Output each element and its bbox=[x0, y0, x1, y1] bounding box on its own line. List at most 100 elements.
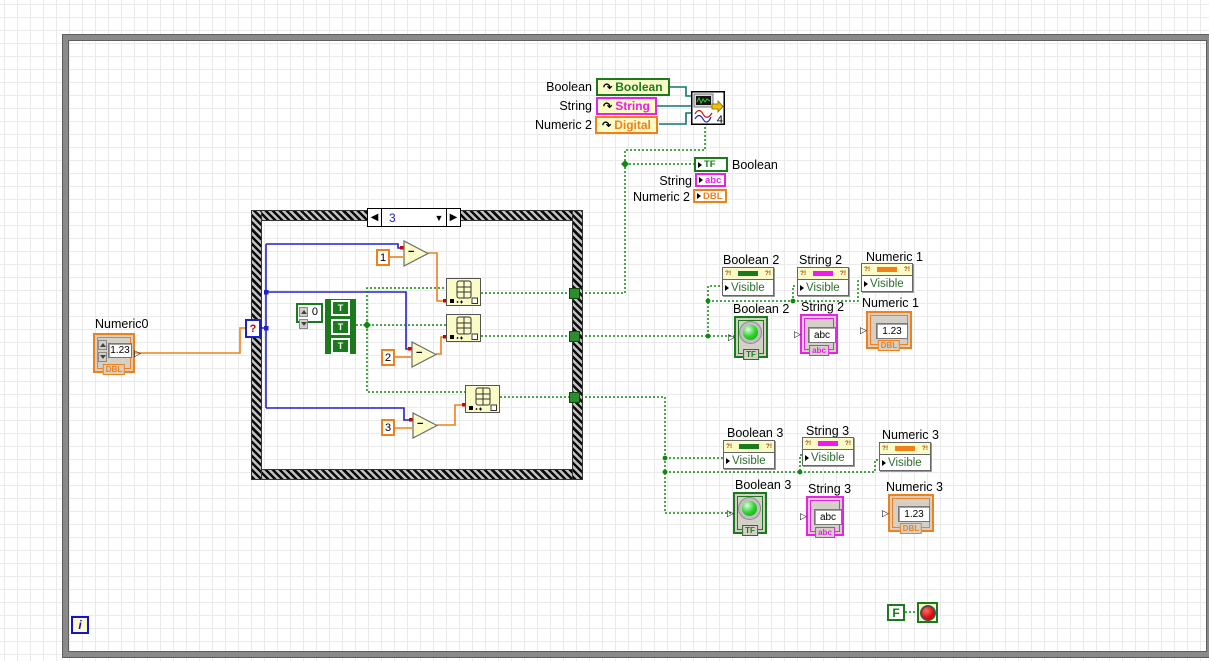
string2-property-node[interactable]: ?! ?! Visible bbox=[797, 267, 849, 296]
subtract-function-3[interactable]: − bbox=[412, 412, 439, 439]
array-index-spinner[interactable] bbox=[299, 307, 308, 329]
merge-signals-express-vi[interactable]: 4 bbox=[691, 91, 725, 126]
numeric2-terminal[interactable]: DBL bbox=[693, 189, 727, 203]
round-led-icon bbox=[743, 325, 758, 340]
numeric1-property-label: Numeric 1 bbox=[866, 250, 923, 264]
frame-selector-value[interactable]: 3 bbox=[382, 209, 432, 226]
input-arrow-icon: ▷ bbox=[882, 508, 889, 518]
index-array-icon bbox=[469, 387, 497, 411]
instance-count-badge: 4 bbox=[716, 114, 723, 126]
numeric0-value[interactable]: 1.23 bbox=[108, 343, 132, 358]
numeric2-refnum-label: Numeric 2 bbox=[535, 118, 592, 132]
subtract-function-1[interactable]: − bbox=[403, 240, 430, 267]
boolean3-property-node[interactable]: ?! ?! Visible bbox=[723, 440, 775, 469]
input-arrow-icon: ▷ bbox=[727, 508, 734, 518]
subtract-function-2[interactable]: − bbox=[411, 341, 438, 368]
numeric1-property-node[interactable]: ?! ?! Visible bbox=[861, 263, 913, 292]
index-array-function-1[interactable] bbox=[446, 278, 481, 306]
boolean-refnum-label: Boolean bbox=[546, 80, 592, 94]
frame-dropdown-arrow-icon[interactable]: ▼ bbox=[432, 209, 446, 226]
boolean-array-constant[interactable]: T T T bbox=[325, 299, 356, 354]
increment-icon[interactable] bbox=[299, 307, 308, 317]
numeric1-type-tag: DBL bbox=[877, 340, 901, 351]
boolean2-property-node[interactable]: ?! ?! Visible bbox=[722, 267, 774, 296]
decrement-icon[interactable] bbox=[299, 319, 308, 329]
numeric-constant-3[interactable]: 3 bbox=[381, 419, 395, 436]
numeric-constant-1[interactable]: 1 bbox=[376, 249, 390, 266]
array-index-display[interactable]: 0 bbox=[296, 303, 323, 329]
string3-type-tag: abc bbox=[815, 527, 835, 538]
property-row-visible[interactable]: Visible bbox=[798, 280, 848, 295]
input-arrow-icon bbox=[725, 284, 729, 291]
input-arrow-icon bbox=[800, 284, 804, 291]
boolean2-property-label: Boolean 2 bbox=[723, 253, 780, 267]
string-refnum-constant[interactable]: ↷ String bbox=[596, 97, 657, 115]
sequence-border-right[interactable] bbox=[572, 210, 583, 480]
property-row-visible[interactable]: Visible bbox=[724, 453, 774, 468]
index-array-function-3[interactable] bbox=[465, 385, 500, 413]
numeric3-property-node[interactable]: ?! ?! Visible bbox=[879, 442, 931, 471]
loop-condition-terminal[interactable] bbox=[917, 602, 938, 623]
property-row-visible[interactable]: Visible bbox=[723, 280, 773, 295]
numeric1-value[interactable]: 1.23 bbox=[876, 323, 908, 339]
input-arrow-icon bbox=[699, 177, 703, 183]
string-terminal[interactable]: abc bbox=[695, 173, 726, 187]
boolean2-led-indicator[interactable]: TF ▷ bbox=[728, 316, 768, 360]
input-arrow-icon: ▷ bbox=[728, 332, 735, 342]
block-diagram: i F ◀ 3 ▼ ▶ ? Boolean ↷ Boolean String ↷… bbox=[0, 0, 1209, 661]
input-arrow-icon bbox=[698, 161, 702, 168]
boolean2-type-tag: TF bbox=[743, 349, 759, 360]
boolean3-indicator-label: Boolean 3 bbox=[735, 478, 792, 492]
stop-sign-icon bbox=[919, 604, 936, 621]
numeric3-value[interactable]: 1.23 bbox=[898, 506, 930, 522]
boolean-true-constant[interactable]: T bbox=[331, 299, 350, 316]
iteration-terminal[interactable]: i bbox=[71, 616, 89, 634]
string2-property-label: String 2 bbox=[799, 253, 843, 267]
property-row-visible[interactable]: Visible bbox=[880, 455, 930, 470]
string-type-bar-icon bbox=[818, 441, 838, 446]
input-arrow-icon bbox=[726, 457, 730, 464]
property-node-header: ?! ?! bbox=[880, 443, 930, 455]
output-tunnel-2[interactable] bbox=[569, 331, 580, 342]
refnum-arrow-icon: ↷ bbox=[603, 81, 613, 94]
string3-value[interactable]: abc bbox=[814, 509, 842, 525]
output-tunnel-1[interactable] bbox=[569, 288, 580, 299]
numeric2-refnum-constant[interactable]: ↷ Digital bbox=[595, 116, 658, 134]
numeric-type-bar-icon bbox=[877, 267, 897, 272]
string3-property-label: String 3 bbox=[806, 424, 850, 438]
string-type-bar-icon bbox=[813, 271, 833, 276]
sequence-border-bottom[interactable] bbox=[251, 469, 583, 480]
property-row-visible[interactable]: Visible bbox=[862, 276, 912, 291]
previous-frame-button[interactable]: ◀ bbox=[368, 209, 382, 226]
selector-terminal[interactable]: ? bbox=[245, 319, 261, 338]
numeric-spinner[interactable] bbox=[98, 340, 107, 362]
refnum-arrow-icon: ↷ bbox=[603, 100, 613, 113]
index-array-function-2[interactable] bbox=[446, 314, 481, 342]
string3-property-node[interactable]: ?! ?! Visible bbox=[802, 437, 854, 466]
property-row-visible[interactable]: Visible bbox=[803, 450, 853, 465]
string2-value[interactable]: abc bbox=[808, 327, 836, 343]
false-constant[interactable]: F bbox=[887, 604, 905, 621]
numeric1-indicator[interactable]: 1.23 DBL ▷ bbox=[860, 311, 912, 351]
numeric0-control[interactable]: 1.23 DBL ▷ bbox=[93, 333, 141, 375]
boolean-refnum-constant[interactable]: ↷ Boolean bbox=[596, 78, 670, 96]
numeric0-type-tag: DBL bbox=[102, 364, 126, 375]
boolean-true-constant[interactable]: T bbox=[331, 337, 350, 354]
input-arrow-icon bbox=[864, 280, 868, 287]
sequence-border-left[interactable] bbox=[251, 210, 262, 480]
next-frame-button[interactable]: ▶ bbox=[446, 209, 460, 226]
numeric-constant-2[interactable]: 2 bbox=[381, 349, 395, 366]
input-arrow-icon bbox=[697, 193, 701, 199]
string3-indicator[interactable]: abc abc ▷ bbox=[800, 496, 844, 538]
array-index-value: 0 bbox=[311, 306, 318, 318]
boolean3-led-indicator[interactable]: TF ▷ bbox=[727, 492, 767, 536]
increment-icon[interactable] bbox=[98, 340, 107, 350]
boolean-terminal[interactable]: TF bbox=[694, 157, 728, 172]
decrement-icon[interactable] bbox=[98, 352, 107, 362]
numeric3-indicator[interactable]: 1.23 DBL ▷ bbox=[882, 494, 934, 534]
boolean-type-bar-icon bbox=[739, 444, 759, 449]
output-tunnel-3[interactable] bbox=[569, 392, 580, 403]
boolean-true-constant[interactable]: T bbox=[331, 318, 350, 335]
string2-indicator[interactable]: abc abc ▷ bbox=[794, 314, 838, 356]
property-node-header: ?! ?! bbox=[862, 264, 912, 276]
